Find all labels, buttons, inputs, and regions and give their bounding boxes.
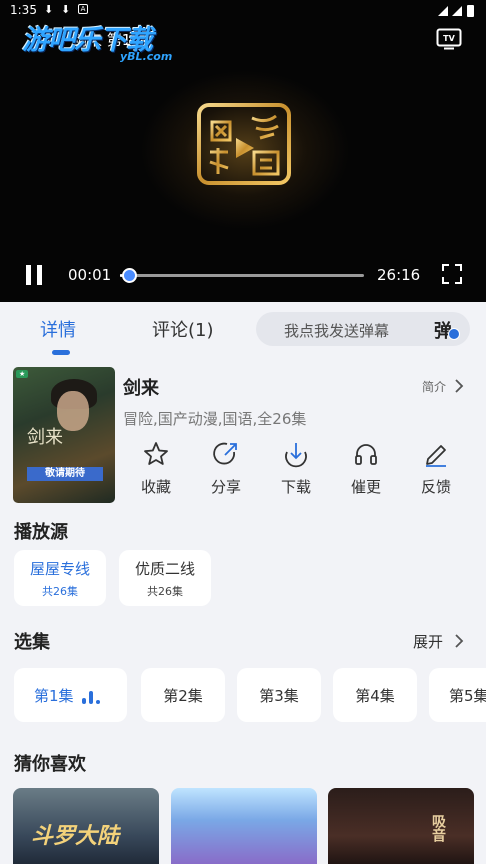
recommend-card-3[interactable]: 吸音 bbox=[328, 788, 474, 864]
download-notification-icon: ⬇ bbox=[44, 3, 54, 16]
recommend-card-1[interactable]: 斗罗大陆 bbox=[13, 788, 159, 864]
episode-item-5[interactable]: 第5集 bbox=[429, 668, 486, 722]
danmu-placeholder: 我点我发送弹幕 bbox=[284, 322, 390, 340]
cast-tv-icon[interactable]: TV bbox=[436, 28, 462, 50]
intro-link[interactable]: 简介 bbox=[422, 378, 446, 395]
channel-logo-icon bbox=[197, 103, 291, 185]
urge-update-button[interactable]: 催更 bbox=[341, 440, 391, 502]
expand-episodes-link[interactable]: 展开 bbox=[413, 631, 443, 652]
danmu-toggle-button[interactable]: 弹 bbox=[434, 316, 462, 342]
video-player[interactable]: 1:35 ⬇ ⬇ A 剑来 第1集 游吧乐下载 yBL.com TV 00:01… bbox=[0, 0, 486, 302]
feedback-button[interactable]: 反馈 bbox=[411, 440, 461, 502]
favorite-button[interactable]: 收藏 bbox=[131, 440, 181, 502]
app-notification-icon: A bbox=[78, 4, 88, 14]
watermark-logo: 游吧乐下载 yBL.com bbox=[22, 25, 173, 63]
app-root: 1:35 ⬇ ⬇ A 剑来 第1集 游吧乐下载 yBL.com TV 00:01… bbox=[0, 0, 486, 864]
episode-item-3[interactable]: 第3集 bbox=[237, 668, 321, 722]
total-time: 26:16 bbox=[377, 266, 421, 284]
chevron-right-icon[interactable] bbox=[454, 378, 464, 394]
download-button[interactable]: 下载 bbox=[271, 440, 321, 502]
episode-item-1[interactable]: 第1集 bbox=[14, 668, 127, 722]
tab-comments[interactable]: 评论(1) bbox=[152, 316, 214, 342]
danmu-input[interactable]: 我点我发送弹幕 弹 bbox=[256, 312, 470, 346]
sources-title: 播放源 bbox=[14, 522, 68, 543]
status-time: 1:35 bbox=[10, 3, 37, 17]
headphones-icon bbox=[355, 444, 377, 465]
recommend-title: 猜你喜欢 bbox=[14, 754, 86, 775]
detail-content: 详情 评论(1) 我点我发送弹幕 弹 ★ 剑来 敬请期待 剑来 简介 冒险,国产… bbox=[0, 302, 486, 864]
show-title: 剑来 bbox=[123, 378, 159, 399]
star-icon bbox=[144, 442, 168, 465]
edit-icon bbox=[426, 445, 446, 467]
player-controls: 00:01 26:16 bbox=[0, 258, 486, 292]
show-meta: 冒险,国产动漫,国语,全26集 bbox=[123, 410, 307, 428]
pause-icon[interactable] bbox=[24, 264, 44, 286]
poster-image[interactable]: ★ 剑来 敬请期待 bbox=[13, 367, 115, 503]
playing-bars-icon bbox=[82, 691, 100, 704]
svg-text:TV: TV bbox=[443, 34, 455, 43]
poster-badge: ★ bbox=[16, 370, 29, 378]
signal-battery-icon bbox=[438, 5, 474, 17]
recommend-card-2[interactable] bbox=[171, 788, 317, 864]
share-button[interactable]: 分享 bbox=[201, 440, 251, 502]
download-icon bbox=[285, 443, 307, 468]
fullscreen-icon[interactable] bbox=[442, 264, 462, 284]
tab-bar: 详情 评论(1) 我点我发送弹幕 弹 bbox=[0, 302, 486, 358]
tab-details[interactable]: 详情 bbox=[40, 316, 76, 342]
episode-item-2[interactable]: 第2集 bbox=[141, 668, 225, 722]
check-icon bbox=[448, 328, 460, 340]
chevron-right-icon[interactable] bbox=[454, 633, 464, 649]
episode-item-4[interactable]: 第4集 bbox=[333, 668, 417, 722]
tab-active-indicator bbox=[52, 350, 70, 355]
source-option-1[interactable]: 屋屋专线 共26集 bbox=[14, 550, 106, 606]
progress-slider[interactable] bbox=[120, 268, 364, 283]
current-time: 00:01 bbox=[68, 266, 112, 284]
share-icon bbox=[213, 442, 237, 465]
source-option-2[interactable]: 优质二线 共26集 bbox=[119, 550, 211, 606]
episodes-title: 选集 bbox=[14, 632, 50, 653]
progress-thumb[interactable] bbox=[122, 268, 138, 283]
download-notification-icon: ⬇ bbox=[61, 3, 71, 16]
